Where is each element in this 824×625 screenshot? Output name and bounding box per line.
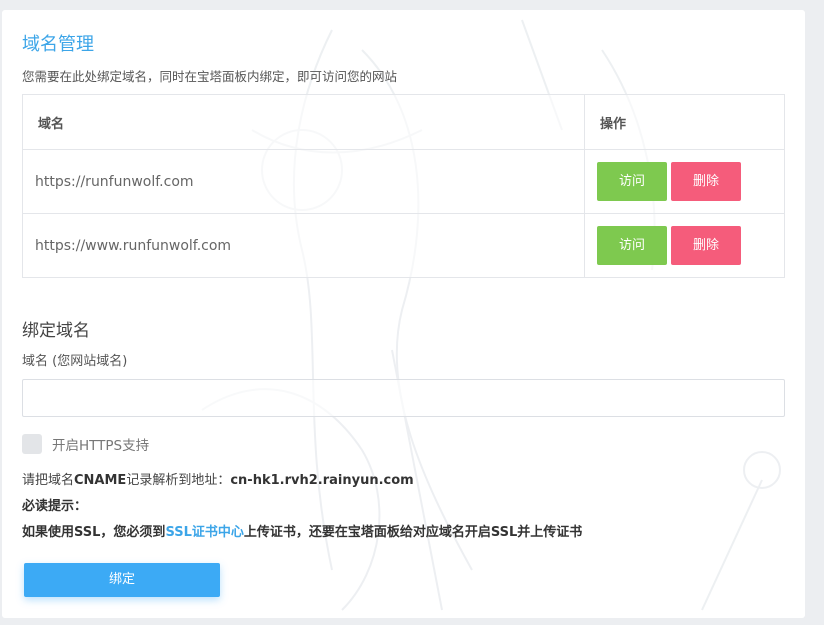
https-checkbox[interactable] bbox=[22, 434, 42, 454]
cname-bold: CNAME bbox=[74, 473, 127, 488]
tip-line: 如果使用SSL，您必须到SSL证书中心上传证书，还要在宝塔面板给对应域名开启SS… bbox=[22, 520, 582, 546]
cname-line: 请把域名CNAME记录解析到地址：cn-hk1.rvh2.rainyun.com bbox=[22, 468, 582, 494]
table-header-row: 域名 操作 bbox=[22, 94, 785, 150]
cname-target: cn-hk1.rvh2.rainyun.com bbox=[230, 473, 414, 488]
domain-input[interactable] bbox=[22, 379, 785, 417]
column-header-actions: 操作 bbox=[584, 94, 785, 150]
bind-section-title: 绑定域名 bbox=[22, 321, 90, 341]
tip-title-line: 必读提示： bbox=[22, 494, 582, 520]
delete-button[interactable]: 删除 bbox=[671, 226, 741, 265]
page-description: 您需要在此处绑定域名，同时在宝塔面板内绑定，即可访问您的网站 bbox=[22, 69, 398, 84]
table-row: https://runfunwolf.com 访问 删除 bbox=[22, 149, 785, 214]
table-row: https://www.runfunwolf.com 访问 删除 bbox=[22, 213, 785, 278]
tip-part2: 上传证书，还要在宝塔面板给对应域名开启SSL并上传证书 bbox=[243, 525, 583, 540]
visit-button[interactable]: 访问 bbox=[597, 226, 667, 265]
https-label: 开启HTTPS支持 bbox=[52, 438, 150, 454]
page-title: 域名管理 bbox=[22, 34, 94, 55]
cname-prefix: 请把域名 bbox=[22, 473, 75, 488]
domain-table: 域名 操作 https://runfunwolf.com 访问 删除 https:… bbox=[22, 94, 785, 278]
tip-part1: 如果使用SSL，您必须到 bbox=[22, 525, 166, 540]
domain-cell: https://www.runfunwolf.com bbox=[22, 213, 585, 278]
visit-button[interactable]: 访问 bbox=[597, 162, 667, 201]
column-header-domain: 域名 bbox=[22, 94, 585, 150]
actions-cell: 访问 删除 bbox=[584, 149, 785, 214]
bind-button[interactable]: 绑定 bbox=[24, 563, 220, 597]
cname-middle: 记录解析到地址： bbox=[126, 473, 231, 488]
ssl-center-link[interactable]: SSL证书中心 bbox=[165, 525, 243, 540]
domain-field-label: 域名 (您网站域名) bbox=[22, 354, 128, 369]
https-toggle-row[interactable]: 开启HTTPS支持 bbox=[22, 434, 149, 454]
tip-title: 必读提示： bbox=[22, 499, 88, 514]
actions-cell: 访问 删除 bbox=[584, 213, 785, 278]
domain-panel: 域名管理 您需要在此处绑定域名，同时在宝塔面板内绑定，即可访问您的网站 域名 操… bbox=[2, 10, 805, 618]
domain-cell: https://runfunwolf.com bbox=[22, 149, 585, 214]
delete-button[interactable]: 删除 bbox=[671, 162, 741, 201]
cname-notice: 请把域名CNAME记录解析到地址：cn-hk1.rvh2.rainyun.com… bbox=[22, 468, 582, 546]
